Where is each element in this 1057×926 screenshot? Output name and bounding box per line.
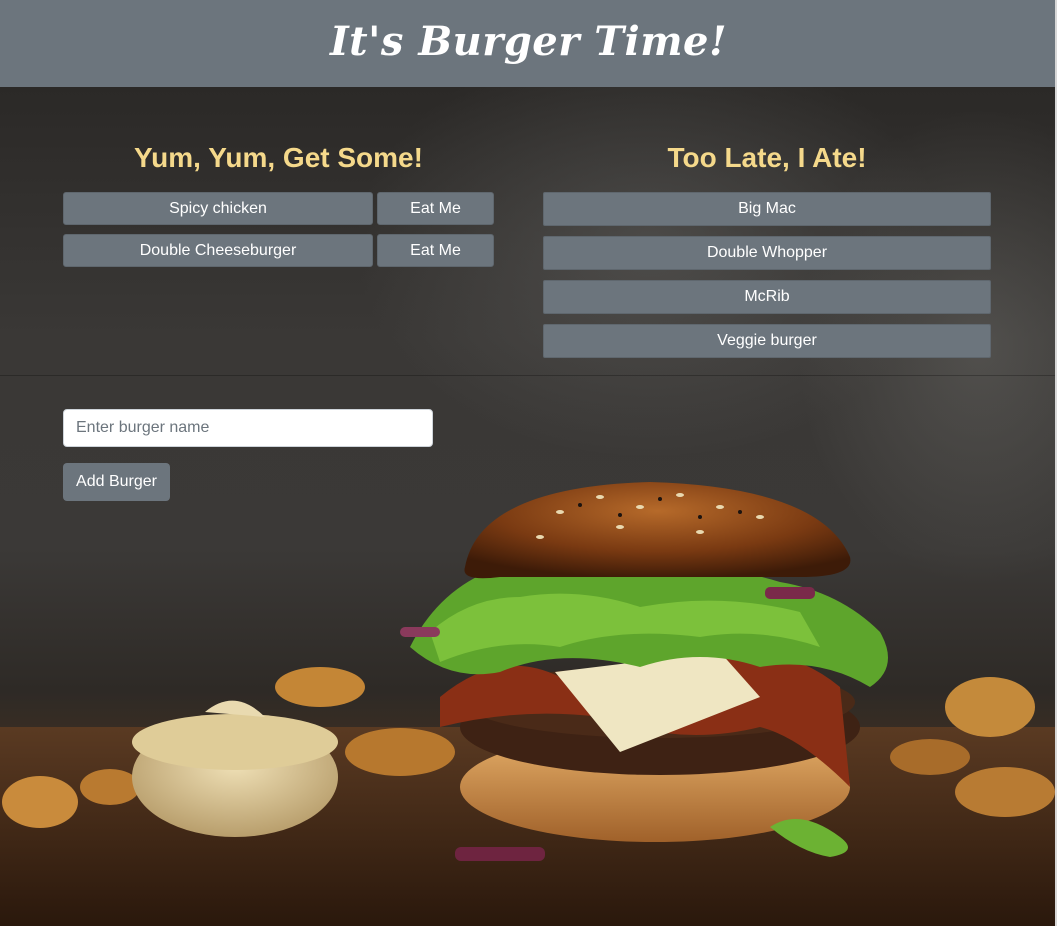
burger-name-button[interactable]: Double Cheeseburger (63, 234, 373, 267)
burger-name-input[interactable] (63, 409, 433, 447)
eat-me-button[interactable]: Eat Me (377, 192, 494, 225)
page-title: It's Burger Time! (329, 18, 728, 65)
burger-name-button[interactable]: Spicy chicken (63, 192, 373, 225)
eaten-burger-item[interactable]: Veggie burger (543, 324, 991, 358)
eaten-heading: Too Late, I Ate! (667, 142, 867, 173)
eaten-burger-item[interactable]: McRib (543, 280, 991, 314)
eat-me-button[interactable]: Eat Me (377, 234, 494, 267)
add-burger-button[interactable]: Add Burger (63, 463, 170, 501)
section-divider (0, 375, 1057, 376)
eaten-burger-item[interactable]: Double Whopper (543, 236, 991, 270)
eaten-burger-item[interactable]: Big Mac (543, 192, 991, 226)
header-bar: It's Burger Time! (0, 0, 1057, 87)
to-eat-heading: Yum, Yum, Get Some! (134, 142, 423, 173)
